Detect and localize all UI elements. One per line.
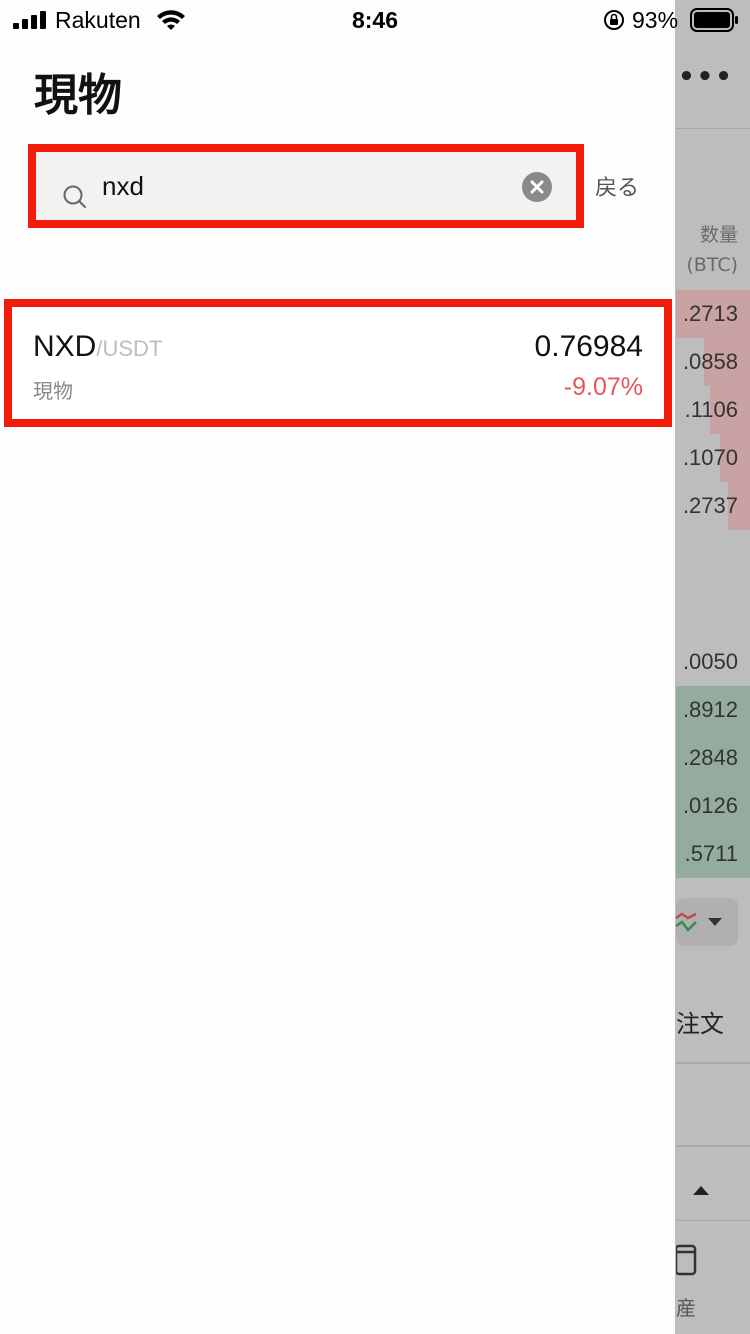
wallet-icon: [676, 1244, 697, 1276]
market-type-label: 現物: [33, 379, 73, 403]
orderbook-bid-row[interactable]: .0126: [676, 782, 750, 830]
orderbook-ask-row[interactable]: .0858: [676, 338, 750, 386]
divider: [676, 1145, 750, 1147]
orderbook-ask-row[interactable]: .1106: [676, 386, 750, 434]
price-change-percent: -9.07%: [563, 373, 643, 401]
pair-base: NXD: [33, 330, 97, 363]
search-input[interactable]: [102, 166, 502, 206]
pair-quote: /USDT: [96, 336, 163, 361]
orderbook-bid-row[interactable]: .2848: [676, 734, 750, 782]
orderbook-ask-row[interactable]: .2737: [676, 482, 750, 530]
back-button[interactable]: 戻る: [595, 174, 639, 204]
assets-tab-label[interactable]: 産: [676, 1294, 696, 1322]
result-highlight: NXD/USDT 現物 0.76984 -9.07%: [4, 299, 672, 427]
divider: [676, 128, 750, 129]
orderbook-ask-row[interactable]: .2713: [676, 290, 750, 338]
status-bar: Rakuten 8:46 93%: [0, 0, 750, 40]
quantity-column-header: 数量 (BTC): [686, 224, 738, 276]
last-price: 0.76984: [534, 330, 643, 363]
search-icon: [63, 185, 86, 208]
orderbook-mid-row[interactable]: .0050: [676, 638, 750, 686]
search-bar[interactable]: [36, 152, 576, 220]
orderbook-ask-row[interactable]: .1070: [676, 434, 750, 482]
pair-symbol: NXD/USDT: [33, 329, 162, 367]
search-result-item[interactable]: NXD/USDT 現物 0.76984 -9.07%: [12, 307, 664, 419]
depth-chart-icon: [676, 912, 697, 932]
search-highlight: [28, 144, 584, 228]
search-drawer: 現物 戻る NXD/USDT 現物 0.76984 -9.07%: [0, 0, 675, 1334]
more-icon[interactable]: •••: [676, 62, 736, 92]
divider: [676, 1220, 750, 1221]
battery-icon: [690, 8, 738, 32]
battery-percent: 93%: [632, 7, 679, 33]
divider: [676, 1062, 750, 1064]
orderbook-bid-row[interactable]: .5711: [676, 830, 750, 878]
page-title: 現物: [34, 70, 122, 121]
order-tab-label[interactable]: 注文: [676, 1006, 724, 1042]
orientation-lock-icon: [604, 10, 624, 30]
chevron-down-icon: [708, 918, 722, 926]
orderbook-bid-row[interactable]: .8912: [676, 686, 750, 734]
clear-icon[interactable]: [522, 172, 552, 202]
chevron-up-icon[interactable]: [693, 1186, 709, 1195]
